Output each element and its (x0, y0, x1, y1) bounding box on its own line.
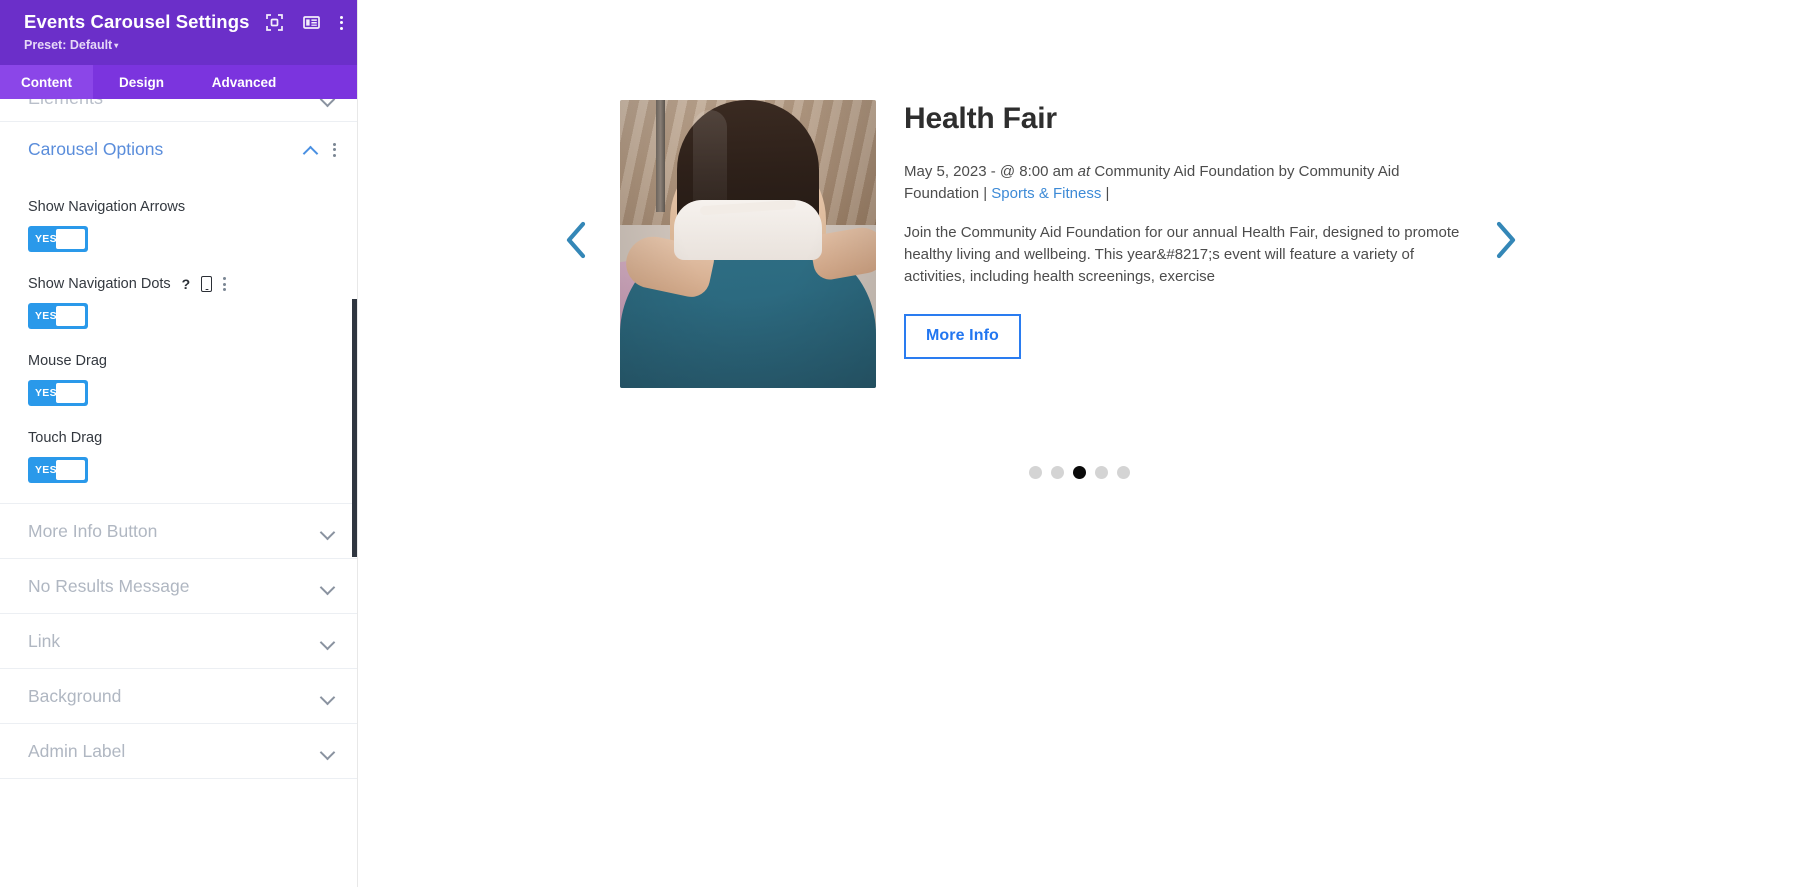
event-meta-tail: | (1101, 185, 1110, 202)
chevron-right-icon (1496, 221, 1516, 259)
preset-label: Preset: Default (24, 38, 113, 52)
event-date: May 5, 2023 - @ 8:00 am (904, 163, 1078, 180)
section-carousel-options[interactable]: Carousel Options (0, 122, 357, 177)
toggle-value: YES (35, 387, 57, 399)
chevron-down-icon[interactable] (320, 578, 336, 594)
carousel-options-fields: Show Navigation Arrows YES Show Navigati… (0, 177, 357, 503)
tab-advanced[interactable]: Advanced (190, 65, 298, 99)
toggle-show-navigation-dots[interactable]: YES (28, 303, 88, 329)
carousel-dot-4[interactable] (1094, 466, 1108, 479)
field-show-navigation-arrows: Show Navigation Arrows YES (28, 199, 330, 252)
module-settings-panel: Events Carousel Settings Preset: Default… (0, 0, 358, 887)
yoga-photo (620, 100, 876, 388)
event-title: Health Fair (904, 102, 1057, 135)
section-background[interactable]: Background (0, 669, 357, 724)
section-label: More Info Button (28, 520, 158, 541)
field-label: Show Navigation Arrows (28, 199, 186, 215)
kebab-menu-icon[interactable] (340, 15, 343, 30)
carousel-dot-2[interactable] (1050, 466, 1064, 479)
page-canvas: Health Fair May 5, 2023 - @ 8:00 am at C… (358, 0, 1800, 887)
panel-scrollbar-thumb[interactable] (352, 299, 357, 557)
panel-scroll-track[interactable] (352, 99, 357, 887)
help-icon[interactable]: ? (182, 277, 191, 291)
section-kebab-icon[interactable] (333, 142, 336, 157)
carousel-slide: Health Fair May 5, 2023 - @ 8:00 am at C… (620, 100, 1464, 388)
chevron-down-icon[interactable] (320, 523, 336, 539)
toggle-mouse-drag[interactable]: YES (28, 380, 88, 406)
carousel-dot-1[interactable] (1028, 466, 1042, 479)
field-show-navigation-dots: Show Navigation Dots ? YES (28, 276, 330, 329)
toggle-knob (56, 306, 85, 326)
section-label: Admin Label (28, 740, 126, 761)
events-carousel: Health Fair May 5, 2023 - @ 8:00 am at C… (358, 0, 1800, 560)
field-label: Mouse Drag (28, 353, 107, 369)
field-mouse-drag: Mouse Drag YES (28, 353, 330, 406)
tab-content[interactable]: Content (0, 65, 93, 99)
panel-layout-icon[interactable] (303, 14, 320, 31)
panel-header: Events Carousel Settings Preset: Default… (0, 0, 357, 65)
event-category-link[interactable]: Sports & Fitness (991, 185, 1101, 202)
event-thumbnail-image[interactable] (620, 100, 876, 388)
field-touch-drag: Touch Drag YES (28, 430, 330, 483)
chevron-up-icon[interactable] (303, 142, 319, 158)
carousel-dot-5[interactable] (1116, 466, 1130, 479)
toggle-knob (56, 229, 85, 249)
chevron-down-icon[interactable] (320, 743, 336, 759)
toggle-touch-drag[interactable]: YES (28, 457, 88, 483)
preset-selector[interactable]: Preset: Default ▾ (24, 38, 357, 54)
preset-caret-icon: ▾ (114, 41, 119, 50)
panel-tabs: Content Design Advanced (0, 65, 357, 99)
section-label: No Results Message (28, 575, 190, 596)
section-label: Background (28, 685, 122, 706)
carousel-pagination-dots (358, 466, 1800, 479)
focus-target-icon[interactable] (266, 14, 283, 31)
event-meta: May 5, 2023 - @ 8:00 am at Community Aid… (904, 161, 1464, 205)
section-link[interactable]: Link (0, 614, 357, 669)
section-elements-partial[interactable]: Elements (0, 99, 357, 121)
more-info-button[interactable]: More Info (904, 314, 1021, 359)
toggle-knob (56, 460, 85, 480)
event-description: Join the Community Aid Foundation for ou… (904, 224, 1460, 285)
section-carousel-options-label: Carousel Options (28, 139, 164, 159)
section-admin-label[interactable]: Admin Label (0, 724, 357, 779)
chevron-down-icon[interactable] (320, 633, 336, 649)
carousel-dot-3[interactable] (1072, 466, 1086, 479)
chevron-left-icon (566, 221, 586, 259)
chevron-down-icon[interactable] (320, 688, 336, 704)
section-label: Link (28, 630, 61, 651)
field-label: Show Navigation Dots (28, 276, 171, 292)
chevron-down-icon (320, 99, 336, 106)
carousel-prev-arrow[interactable] (554, 218, 598, 262)
tab-design[interactable]: Design (93, 65, 190, 99)
section-elements-label: Elements (28, 99, 103, 108)
field-label: Touch Drag (28, 430, 103, 446)
section-no-results-message[interactable]: No Results Message (0, 559, 357, 614)
panel-header-actions (266, 14, 343, 31)
toggle-value: YES (35, 464, 57, 476)
toggle-value: YES (35, 310, 57, 322)
toggle-value: YES (35, 233, 57, 245)
event-details: Health Fair May 5, 2023 - @ 8:00 am at C… (904, 100, 1464, 359)
responsive-mobile-icon[interactable] (201, 276, 213, 292)
section-more-info-button[interactable]: More Info Button (0, 504, 357, 559)
field-kebab-icon[interactable] (223, 277, 227, 291)
panel-body: Elements Carousel Options Show Navigatio… (0, 99, 357, 887)
carousel-next-arrow[interactable] (1483, 218, 1527, 262)
event-at-word: at (1077, 163, 1091, 180)
toggle-show-navigation-arrows[interactable]: YES (28, 226, 88, 252)
toggle-knob (56, 383, 85, 403)
